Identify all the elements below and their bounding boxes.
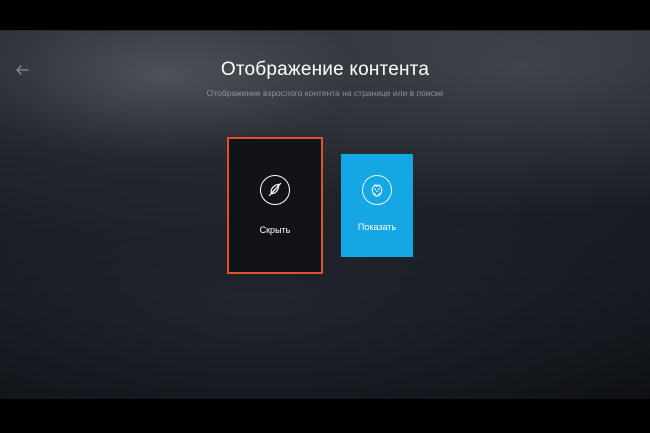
show-option-label: Показать [357, 222, 397, 232]
tv-frame: Отображение контента Отображение взросло… [0, 0, 650, 433]
content-display-screen: Отображение контента Отображение взросло… [0, 30, 650, 399]
page-title: Отображение контента [220, 59, 430, 80]
content-hidden-icon [260, 175, 290, 205]
content-shown-icon [362, 175, 392, 205]
hide-content-option[interactable]: Скрыть [227, 137, 323, 274]
page-subtitle: Отображение взрослого контента на страни… [206, 88, 444, 98]
show-content-option[interactable]: Показать [341, 154, 413, 257]
hide-option-label: Скрыть [259, 225, 291, 235]
